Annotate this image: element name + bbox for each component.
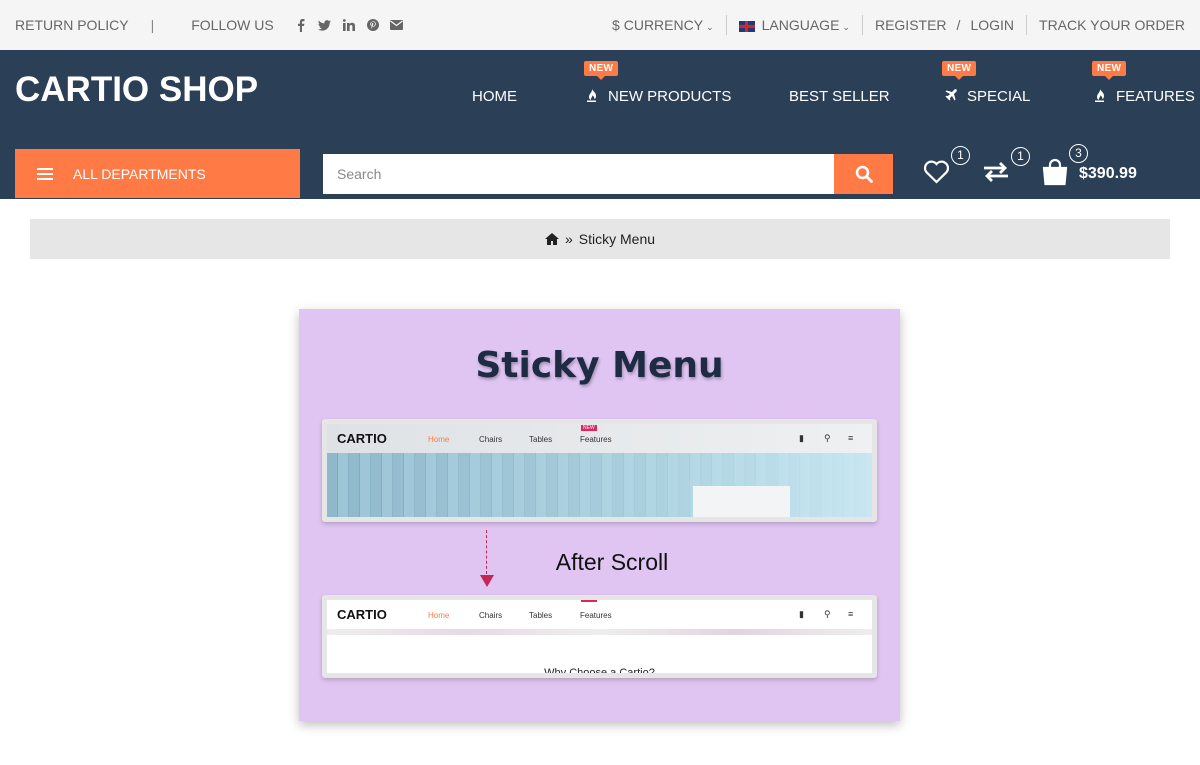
mini-menu-icon: ≡ — [848, 433, 854, 443]
mini-logo: CARTIO — [337, 431, 387, 446]
breadcrumb: » Sticky Menu — [30, 219, 1170, 259]
shopping-bag-icon — [1042, 158, 1068, 185]
nav-label: FEATURES — [1116, 88, 1195, 105]
mini-header-sticky: CARTIO Home Chairs Tables NEW Features ▮… — [327, 600, 872, 629]
search-input[interactable] — [323, 154, 834, 194]
mini-cart-icon: ▮ — [799, 609, 804, 619]
wishlist-button[interactable]: 1 — [923, 145, 970, 189]
departments-label: ALL DEPARTMENTS — [73, 165, 206, 182]
slash-separator: / — [956, 17, 961, 33]
banner-title: Sticky Menu — [475, 345, 724, 386]
flame-icon — [1095, 88, 1106, 105]
mini-link-home: Home — [428, 435, 450, 444]
breadcrumb-separator: » — [564, 231, 573, 247]
search-bar — [323, 154, 893, 194]
divider — [725, 15, 727, 35]
cart-button[interactable]: 3 — [1042, 143, 1088, 191]
top-bar-left: RETURN POLICY | FOLLOW US — [15, 0, 404, 50]
breadcrumb-current: Sticky Menu — [578, 231, 656, 247]
language-label: LANGUAGE — [761, 17, 840, 33]
all-departments-button[interactable]: ALL DEPARTMENTS — [15, 149, 300, 198]
new-badge: NEW — [584, 61, 619, 80]
cart-total[interactable]: $390.99 — [1079, 165, 1137, 183]
mini-cart-icon: ▮ — [799, 433, 804, 443]
mini-link-features: Features — [580, 611, 612, 620]
cart-count: 3 — [1069, 143, 1088, 163]
nav-item-home[interactable]: HOME — [472, 88, 517, 105]
flame-icon — [587, 88, 598, 105]
social-links — [294, 18, 404, 32]
currency-label: $ CURRENCY — [612, 17, 704, 33]
home-icon[interactable] — [544, 233, 559, 245]
divider: | — [150, 17, 155, 33]
main-header: CARTIO SHOP HOME NEW NEW PRODUCTS BEST S… — [0, 50, 1200, 150]
new-badge: NEW — [942, 61, 977, 80]
mini-link-chairs: Chairs — [479, 611, 503, 620]
nav-item-best-seller[interactable]: BEST SELLER — [789, 88, 890, 105]
nav-item-new-products[interactable]: NEW NEW PRODUCTS — [584, 61, 732, 105]
hero-image-overlay — [327, 453, 872, 517]
return-policy-link[interactable]: RETURN POLICY — [15, 17, 129, 33]
heart-icon — [923, 160, 950, 184]
mini-link-chairs: Chairs — [479, 435, 503, 444]
divider — [861, 15, 863, 35]
screenshot-before-scroll: CARTIO Home Chairs Tables NEW Features ▮… — [322, 419, 877, 522]
wishlist-count: 1 — [951, 145, 970, 165]
top-bar-right: $ CURRENCY ⌄ LANGUAGE ⌄ REGISTER / LOGIN T… — [612, 0, 1185, 50]
chevron-down-icon: ⌄ — [842, 22, 850, 32]
compare-count: 1 — [1011, 146, 1030, 166]
nav-label: NEW PRODUCTS — [608, 88, 732, 105]
mini-link-tables: Tables — [529, 435, 553, 444]
hamburger-icon — [37, 165, 53, 183]
mini-logo: CARTIO — [337, 607, 387, 622]
mini-search-icon: ⚲ — [824, 609, 831, 619]
register-link[interactable]: REGISTER — [875, 17, 947, 33]
header-tools: 1 1 3 $390.99 — [923, 143, 1137, 199]
nav-item-features[interactable]: NEW FEATURES — [1092, 61, 1195, 105]
arrow-down-icon — [480, 575, 494, 587]
main-nav: HOME NEW NEW PRODUCTS BEST SELLER NEW SP… — [0, 50, 1200, 150]
pinterest-icon[interactable] — [366, 18, 380, 32]
compare-arrows-icon — [984, 161, 1008, 182]
nav-label: SPECIAL — [967, 88, 1031, 105]
after-scroll-label: After Scroll — [555, 549, 669, 575]
sticky-menu-banner: Sticky Menu CARTIO Home Chairs Tables NE… — [299, 309, 900, 721]
mini-new-badge: NEW — [581, 425, 597, 431]
track-order-link[interactable]: TRACK YOUR ORDER — [1039, 17, 1185, 33]
sub-header: ALL DEPARTMENTS 1 1 3 $390.99 — [0, 143, 1200, 199]
nav-item-special[interactable]: NEW SPECIAL — [942, 61, 1031, 105]
envelope-icon[interactable] — [390, 18, 404, 32]
screenshot-after-scroll: CARTIO Home Chairs Tables NEW Features ▮… — [322, 595, 877, 678]
plane-icon — [945, 89, 957, 104]
mini-link-home: Home — [428, 611, 450, 620]
divider — [1026, 15, 1028, 35]
follow-us-label: FOLLOW US — [191, 17, 274, 33]
language-dropdown[interactable]: LANGUAGE ⌄ — [738, 17, 850, 33]
search-button[interactable] — [834, 154, 893, 194]
mini-header: CARTIO Home Chairs Tables NEW Features ▮… — [327, 424, 872, 453]
nav-label: HOME — [472, 88, 517, 105]
new-badge: NEW — [1092, 61, 1127, 80]
login-link[interactable]: LOGIN — [970, 17, 1014, 33]
mini-link-features: Features — [580, 435, 612, 444]
compare-button[interactable]: 1 — [982, 146, 1030, 188]
mini-section-title: Why Choose a Cartio? — [544, 667, 655, 678]
mini-menu-icon: ≡ — [848, 609, 854, 619]
mini-new-badge: NEW — [581, 596, 597, 602]
twitter-icon[interactable] — [318, 18, 332, 32]
mini-search-icon: ⚲ — [824, 433, 831, 443]
hero-image-strip — [327, 629, 872, 635]
facebook-icon[interactable] — [294, 18, 308, 32]
uk-flag-icon — [738, 20, 755, 32]
chevron-down-icon: ⌄ — [706, 22, 714, 32]
currency-dropdown[interactable]: $ CURRENCY ⌄ — [612, 17, 714, 33]
nav-label: BEST SELLER — [789, 88, 890, 105]
mini-link-tables: Tables — [529, 611, 553, 620]
hero-object — [693, 486, 790, 517]
linkedin-icon[interactable] — [342, 18, 356, 32]
search-icon — [855, 165, 873, 183]
top-bar: RETURN POLICY | FOLLOW US $ CURRENCY ⌄ LA… — [0, 0, 1200, 50]
